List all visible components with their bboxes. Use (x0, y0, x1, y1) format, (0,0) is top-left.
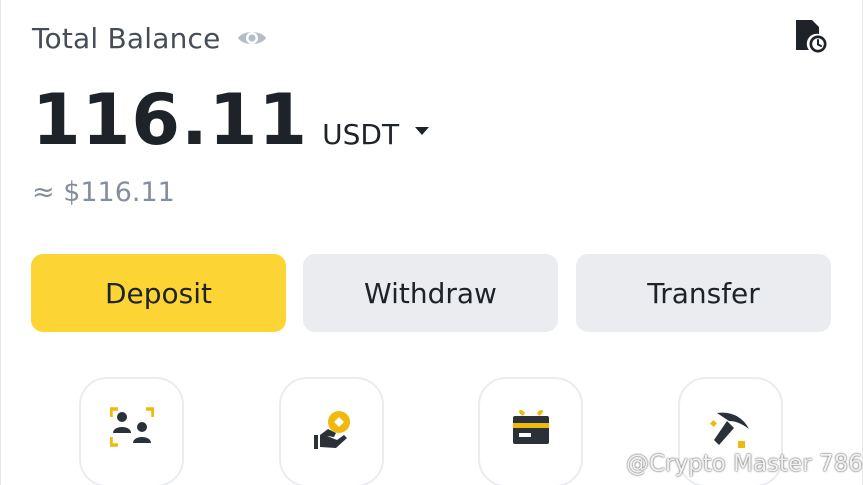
balance-header: Total Balance (32, 18, 269, 58)
fiat-equivalent-row: ≈ $116.11 (32, 172, 175, 212)
earn-coin-icon (313, 411, 350, 449)
watermark: @Crypto Master 786 (592, 448, 863, 480)
watermark-logo-icon (592, 456, 620, 472)
history-record-icon[interactable] (792, 16, 828, 56)
eye-icon[interactable] (235, 24, 269, 52)
deposit-button[interactable]: Deposit (31, 254, 286, 332)
balance-amount-row: 116.11 USDT (32, 79, 430, 161)
caret-down-icon (415, 127, 430, 135)
shortcut-earn[interactable] (279, 377, 384, 485)
currency-selector[interactable]: USDT (322, 115, 430, 155)
p2p-users-icon (109, 407, 154, 447)
shortcut-p2p[interactable] (79, 377, 184, 485)
balance-amount: 116.11 (32, 79, 309, 161)
total-balance-label: Total Balance (32, 21, 221, 55)
gift-card-icon (512, 409, 549, 444)
shortcut-gift-card[interactable] (478, 377, 583, 485)
currency-label: USDT (322, 118, 400, 151)
fiat-equivalent: ≈ $116.11 (32, 176, 175, 208)
mining-pickaxe-icon (709, 412, 749, 448)
withdraw-button[interactable]: Withdraw (303, 254, 558, 332)
screen-border-left (0, 0, 1, 485)
transfer-button[interactable]: Transfer (576, 254, 831, 332)
watermark-text: @Crypto Master 786 (626, 451, 863, 477)
